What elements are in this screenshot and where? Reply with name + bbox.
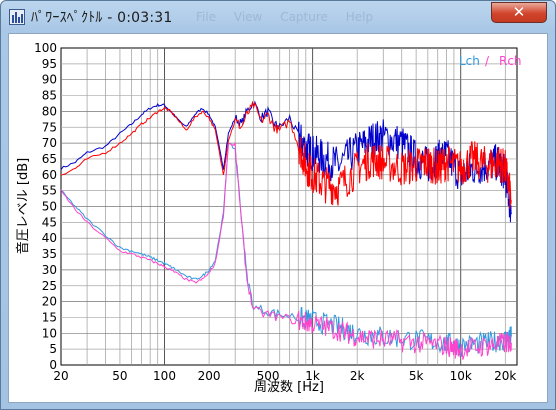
x-tick-label: 10k (450, 369, 472, 383)
y-tick-label: 5 (49, 342, 57, 356)
y-tick-label: 15 (42, 310, 57, 324)
y-tick-label: 90 (42, 73, 57, 87)
x-tick-label: 2k (350, 369, 365, 383)
y-tick-label: 55 (42, 184, 57, 198)
y-tick-label: 35 (42, 247, 57, 261)
y-tick-label: 70 (42, 136, 57, 150)
y-tick-label: 10 (42, 326, 57, 340)
x-axis-label: 周波数 [Hz] (254, 380, 324, 395)
chart-area: 0 5 10 15 20 25 30 35 40 45 50 55 60 65 70 75 80 85 90 95 10… (8, 33, 548, 403)
y-tick-label: 20 (42, 295, 57, 309)
spectrum-app-icon (9, 9, 25, 25)
ghost-menu-text: File View Capture Help (196, 10, 374, 24)
y-tick-label: 65 (42, 152, 57, 166)
x-tick-label: 50 (112, 369, 127, 383)
y-tick-label: 30 (42, 263, 57, 277)
y-tick-label: 95 (42, 57, 57, 71)
app-window: ﾊﾟﾜｰｽﾍﾟｸﾄﾙ - 0:03:31 File View Capture H… (0, 0, 556, 410)
legend-lch: Lch (459, 54, 480, 68)
power-spectrum-chart: 0510152025303540455055606570758085909510… (15, 41, 522, 395)
close-button[interactable]: ✕ (491, 2, 547, 23)
y-axis-label: 音圧レベル [dB] (15, 158, 31, 254)
y-tick-label: 60 (42, 168, 57, 182)
x-tick-label: 20k (494, 369, 516, 383)
y-tick-label: 40 (42, 231, 57, 245)
y-tick-label: 25 (42, 279, 57, 293)
y-tick-label: 50 (42, 200, 57, 214)
x-tick-label: 200 (198, 369, 221, 383)
x-tick-label: 5k (409, 369, 424, 383)
y-tick-label: 75 (42, 120, 57, 134)
y-tick-label: 100 (34, 41, 57, 55)
x-tick-label: 100 (153, 369, 176, 383)
window-title: ﾊﾟﾜｰｽﾍﾟｸﾄﾙ - 0:03:31 (31, 10, 173, 26)
y-tick-labels: 0510152025303540455055606570758085909510… (34, 41, 57, 372)
y-tick-label: 45 (42, 215, 57, 229)
title-bar[interactable]: ﾊﾟﾜｰｽﾍﾟｸﾄﾙ - 0:03:31 File View Capture H… (1, 1, 555, 33)
legend-rch: Rch (499, 54, 522, 68)
y-tick-label: 80 (42, 104, 57, 118)
x-tick-label: 20 (53, 369, 68, 383)
y-tick-label: 85 (42, 89, 57, 103)
